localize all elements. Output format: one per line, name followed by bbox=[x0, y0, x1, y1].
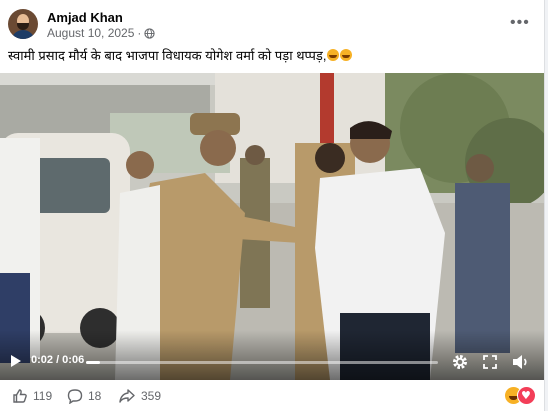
reaction-summary[interactable]: ♥ bbox=[504, 386, 536, 405]
avatar[interactable] bbox=[8, 9, 38, 39]
avatar-beard bbox=[17, 23, 29, 30]
more-options-icon[interactable]: ••• bbox=[510, 14, 530, 32]
video-player[interactable]: 0:02 / 0:06 bbox=[0, 73, 544, 380]
post-footer: 119 18 359 bbox=[0, 380, 544, 411]
meta-separator: · bbox=[137, 26, 142, 40]
volume-icon[interactable] bbox=[512, 354, 530, 370]
caption-text: स्वामी प्रसाद मौर्य के बाद भाजपा विधायक … bbox=[8, 48, 327, 63]
play-icon[interactable] bbox=[10, 354, 22, 368]
like-stat[interactable]: 119 bbox=[12, 388, 52, 404]
progress-fill bbox=[86, 361, 101, 364]
post-card: Amjad Khan August 10, 2025 · ••• स्वामी … bbox=[0, 0, 545, 411]
video-time: 0:02 / 0:06 bbox=[31, 354, 85, 366]
share-count: 359 bbox=[141, 389, 162, 403]
author-name[interactable]: Amjad Khan bbox=[47, 10, 123, 25]
share-icon bbox=[119, 389, 135, 403]
gear-icon[interactable] bbox=[451, 353, 469, 371]
fullscreen-icon[interactable] bbox=[482, 354, 498, 370]
smiling-hearts-emoji-icon bbox=[340, 49, 353, 61]
share-stat[interactable]: 359 bbox=[118, 388, 161, 404]
comment-icon bbox=[67, 389, 83, 404]
smiling-hearts-emoji-icon bbox=[327, 49, 340, 61]
comment-stat[interactable]: 18 bbox=[67, 388, 101, 404]
post-meta: August 10, 2025 · bbox=[47, 26, 156, 40]
like-count: 119 bbox=[33, 389, 53, 403]
progress-track[interactable] bbox=[86, 361, 438, 364]
thumbs-up-icon bbox=[13, 389, 27, 403]
globe-icon bbox=[144, 27, 156, 39]
comment-count: 18 bbox=[88, 389, 102, 403]
love-reaction-icon: ♥ bbox=[517, 386, 536, 405]
post-caption: स्वामी प्रसाद मौर्य के बाद भाजपा विधायक … bbox=[8, 46, 353, 64]
post-date[interactable]: August 10, 2025 bbox=[47, 26, 134, 40]
avatar-shirt bbox=[11, 30, 35, 39]
